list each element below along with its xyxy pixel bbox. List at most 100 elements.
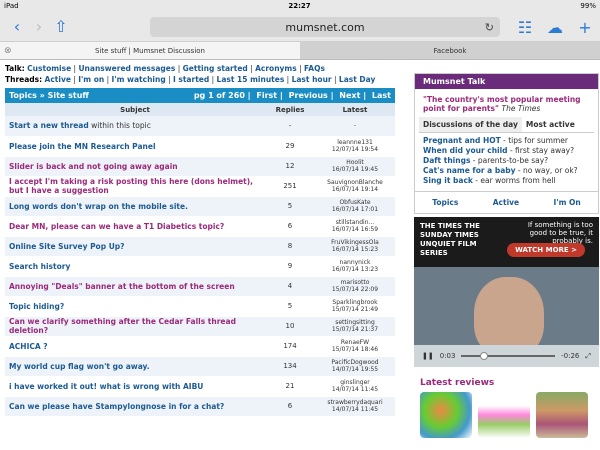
latest-poster[interactable]: stillstandin... 16/07/14 16:59 <box>315 216 395 237</box>
table-row[interactable]: ACHICA ? 174 RenaeFW 15/07/14 18:46 <box>5 336 395 357</box>
battery-label: 99% <box>580 2 596 10</box>
thread-subject[interactable]: ACHICA ? <box>5 336 265 357</box>
talk-panel: Mumsnet Talk "The country's most popular… <box>414 73 599 214</box>
link-topics[interactable]: Topics <box>432 198 458 207</box>
close-tab-icon[interactable]: ⊗ <box>4 46 12 56</box>
tab-mumsnet[interactable]: ⊗ Site stuff | Mumsnet Discussion <box>0 42 300 59</box>
latest-poster[interactable]: ginslinger 14/07/14 11:45 <box>315 376 395 397</box>
tab-most-active[interactable]: Most active <box>522 117 579 132</box>
table-row[interactable]: Topic hiding? 5 Sparklingbrook 15/07/14 21… <box>5 296 395 317</box>
thread-subject[interactable]: Can we clarify something after the Cedar… <box>5 316 265 337</box>
link-faqs[interactable]: FAQs <box>304 64 325 73</box>
link-15min[interactable]: Last 15 minutes <box>217 75 285 84</box>
thread-subject[interactable]: Topic hiding? <box>5 296 265 317</box>
link-active-threads[interactable]: Active <box>493 198 519 207</box>
discussion-item[interactable]: When did your child - first stay away? <box>423 146 590 156</box>
discussion-item[interactable]: Daft things - parents-to-be say? <box>423 156 590 166</box>
latest-poster[interactable]: RenaeFW 15/07/14 18:46 <box>315 336 395 357</box>
thread-subject[interactable]: My world cup flag won't go away. <box>5 356 265 377</box>
table-row[interactable]: Please join the MN Research Panel 29 leann… <box>5 136 395 157</box>
review-thumb[interactable] <box>536 392 588 438</box>
thread-subject[interactable]: Online Site Survey Pop Up? <box>5 236 265 257</box>
col-replies: Replies <box>265 103 315 116</box>
latest-poster[interactable]: strawberrydaquari 14/07/14 11:45 <box>315 396 395 417</box>
link-watching[interactable]: I'm watching <box>112 75 166 84</box>
latest-poster[interactable]: FruVikingessOla 16/07/14 15:23 <box>315 236 395 257</box>
table-row[interactable]: Long words don't wrap on the mobile site… <box>5 196 395 217</box>
thread-subject[interactable]: Annoying "Deals" banner at the bottom of… <box>5 276 265 297</box>
col-subject: Subject <box>5 103 265 116</box>
fullscreen-icon[interactable]: ⤢ <box>585 352 591 361</box>
thread-subject[interactable]: Start a new thread within this topic <box>5 116 265 137</box>
scrubber[interactable] <box>461 352 556 360</box>
link-started[interactable]: I started <box>173 75 209 84</box>
latest-poster[interactable]: PacificDogwood 14/07/14 19:55 <box>315 356 395 377</box>
table-row[interactable]: Online Site Survey Pop Up? 8 FruVikingessO… <box>5 236 395 257</box>
tab-facebook[interactable]: Facebook <box>300 42 600 59</box>
reload-icon[interactable]: ↻ <box>485 21 494 34</box>
link-last-hour[interactable]: Last hour <box>292 75 332 84</box>
latest-poster[interactable]: Sparklingbrook 15/07/14 21:49 <box>315 296 395 317</box>
new-tab-icon[interactable]: + <box>574 16 596 38</box>
watch-more-button[interactable]: WATCH MORE > <box>507 243 585 257</box>
link-last-day[interactable]: Last Day <box>339 75 375 84</box>
video-ad[interactable]: THE TIMES THE SUNDAY TIMES UNQUIET FILM … <box>414 217 599 367</box>
latest-reviews: Latest reviews <box>414 378 599 442</box>
latest-poster[interactable]: - <box>315 116 395 137</box>
latest-poster[interactable]: marisotto 15/07/14 22:09 <box>315 276 395 297</box>
table-row[interactable]: Dear MN, please can we have a T1 Diabeti… <box>5 216 395 237</box>
link-im-on-threads[interactable]: I'm On <box>554 198 581 207</box>
first-link[interactable]: First <box>256 91 277 100</box>
latest-poster[interactable]: leannne131 12/07/14 19:54 <box>315 136 395 157</box>
link-customise[interactable]: Customise <box>27 64 71 73</box>
latest-poster[interactable]: nannynick 16/07/14 13:23 <box>315 256 395 277</box>
table-row[interactable]: Annoying "Deals" banner at the bottom of… <box>5 276 395 297</box>
share-icon[interactable]: ⇧ <box>50 16 72 38</box>
back-icon[interactable]: ‹ <box>6 16 28 38</box>
table-row[interactable]: Start a new thread within this topic - - <box>5 116 395 137</box>
bookmarks-icon[interactable]: ☷ <box>514 16 536 38</box>
thread-subject[interactable]: I accept I'm taking a risk posting this … <box>5 176 265 197</box>
last-link[interactable]: Last <box>372 91 391 100</box>
col-latest: Latest <box>315 103 395 116</box>
breadcrumb[interactable]: Topics » Site stuff <box>9 91 89 100</box>
table-row[interactable]: Can we clarify something after the Cedar… <box>5 316 395 337</box>
latest-poster[interactable]: settingsitting 15/07/14 21:37 <box>315 316 395 337</box>
table-row[interactable]: Search history 9 nannynick 16/07/14 13:23 <box>5 256 395 277</box>
review-thumb[interactable] <box>478 392 530 438</box>
tab-discussions-of-day[interactable]: Discussions of the day <box>419 117 522 132</box>
table-row[interactable]: i have worked it out! what is wrong with… <box>5 376 395 397</box>
discussion-item[interactable]: Cat's name for a baby - no way, or ok? <box>423 166 590 176</box>
cloud-tabs-icon[interactable]: ☁ <box>544 16 566 38</box>
forward-icon[interactable]: › <box>28 16 50 38</box>
table-row[interactable]: Slider is back and not going away again 1… <box>5 156 395 177</box>
thread-subject[interactable]: Search history <box>5 256 265 277</box>
thread-subject[interactable]: Please join the MN Research Panel <box>5 136 265 157</box>
thread-subject[interactable]: Long words don't wrap on the mobile site… <box>5 196 265 217</box>
link-im-on[interactable]: I'm on <box>78 75 104 84</box>
review-thumb[interactable] <box>420 392 472 438</box>
discussion-item[interactable]: Pregnant and HOT - tips for summer <box>423 136 590 146</box>
tab-label: Facebook <box>433 46 467 55</box>
link-getting-started[interactable]: Getting started <box>183 64 248 73</box>
thread-subject[interactable]: Dear MN, please can we have a T1 Diabeti… <box>5 216 265 237</box>
link-active[interactable]: Active <box>45 75 71 84</box>
latest-poster[interactable]: SauvignonBlanche 16/07/14 19:14 <box>315 176 395 197</box>
pause-icon[interactable]: ❚❚ <box>422 352 434 360</box>
talk-panel-title: Mumsnet Talk <box>415 74 598 89</box>
link-acronyms[interactable]: Acronyms <box>255 64 297 73</box>
latest-poster[interactable]: ObfusKate 16/07/14 17:01 <box>315 196 395 217</box>
discussion-item[interactable]: Sing it back - ear worms from hell <box>423 176 590 186</box>
table-row[interactable]: I accept I'm taking a risk posting this … <box>5 176 395 197</box>
scrubber-thumb[interactable] <box>480 352 489 360</box>
thread-subject[interactable]: Slider is back and not going away again <box>5 156 265 177</box>
link-unanswered[interactable]: Unanswered messages <box>78 64 175 73</box>
table-row[interactable]: Can we please have Stampylongnose in for… <box>5 396 395 417</box>
address-bar[interactable]: mumsnet.com ↻ <box>150 17 500 37</box>
next-link[interactable]: Next <box>339 91 360 100</box>
thread-subject[interactable]: Can we please have Stampylongnose in for… <box>5 396 265 417</box>
previous-link[interactable]: Previous <box>289 91 328 100</box>
table-row[interactable]: My world cup flag won't go away. 134 Pacif… <box>5 356 395 377</box>
thread-subject[interactable]: i have worked it out! what is wrong with… <box>5 376 265 397</box>
latest-poster[interactable]: Hoolit 16/07/14 19:45 <box>315 156 395 177</box>
